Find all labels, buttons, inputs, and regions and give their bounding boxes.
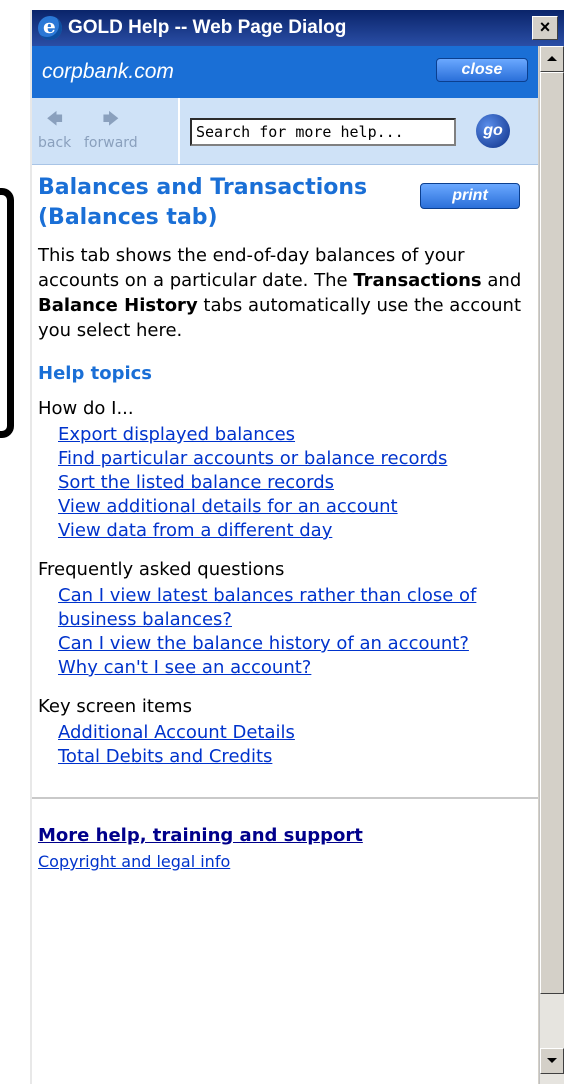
key-screen-items-list: Additional Account Details Total Debits …: [58, 721, 522, 769]
title-bar: GOLD Help -- Web Page Dialog ×: [32, 10, 564, 46]
group-label-faq: Frequently asked questions: [38, 559, 285, 580]
group-label-key-screen-items: Key screen items: [38, 696, 192, 717]
search-input[interactable]: [190, 118, 456, 146]
site-name: corpbank.com: [42, 60, 174, 83]
more-help-link[interactable]: More help, training and support: [38, 825, 522, 846]
help-dialog-window: GOLD Help -- Web Page Dialog × corpbank.…: [30, 10, 564, 1084]
print-button[interactable]: print: [420, 183, 520, 209]
site-header: corpbank.com close: [32, 46, 538, 98]
forward-arrow-icon: 🡆: [102, 109, 120, 128]
navigation-bar: 🡄 back 🡆 forward go: [32, 98, 538, 165]
back-label: back: [38, 135, 72, 151]
help-content: corpbank.com close 🡄 back 🡆 forward go B…: [32, 46, 538, 1084]
nav-divider: [178, 98, 180, 164]
intro-bold-transactions: Transactions: [353, 270, 482, 291]
topic-link[interactable]: View data from a different day: [58, 520, 332, 541]
help-topics-heading: Help topics: [38, 363, 153, 384]
group-label-how-do-i: How do I...: [38, 398, 134, 419]
scroll-down-button[interactable]: [540, 1048, 564, 1074]
intro-bold-balance-history: Balance History: [38, 295, 198, 316]
forward-button[interactable]: 🡆 forward: [84, 108, 138, 151]
forward-label: forward: [84, 135, 138, 151]
screen-item-link[interactable]: Additional Account Details: [58, 722, 295, 743]
bracket-decoration: [0, 188, 14, 438]
footer-divider: [32, 797, 538, 799]
topic-link[interactable]: Export displayed balances: [58, 424, 295, 445]
faq-link[interactable]: Why can't I see an account?: [58, 657, 311, 678]
scrollbar-thumb[interactable]: [540, 72, 564, 994]
back-arrow-icon: 🡄: [46, 109, 63, 128]
window-title: GOLD Help -- Web Page Dialog: [68, 17, 347, 38]
window-close-button[interactable]: ×: [532, 16, 558, 40]
main-content: Balances and Transactions (Balances tab)…: [32, 173, 538, 871]
scroll-down-arrow-icon: [547, 1058, 557, 1063]
intro-paragraph: This tab shows the end-of-day balances o…: [38, 243, 522, 343]
topic-link[interactable]: View additional details for an account: [58, 496, 398, 517]
topic-link[interactable]: Find particular accounts or balance reco…: [58, 448, 447, 469]
copyright-link[interactable]: Copyright and legal info: [38, 852, 230, 871]
page-title: Balances and Transactions (Balances tab): [38, 175, 368, 230]
screen-item-link[interactable]: Total Debits and Credits: [58, 746, 272, 767]
how-do-i-list: Export displayed balances Find particula…: [58, 423, 522, 543]
close-button[interactable]: close: [436, 58, 528, 82]
intro-text: and: [481, 270, 522, 291]
faq-link[interactable]: Can I view latest balances rather than c…: [58, 585, 476, 630]
internet-explorer-icon: [38, 14, 62, 40]
back-button[interactable]: 🡄 back: [38, 108, 71, 151]
faq-link[interactable]: Can I view the balance history of an acc…: [58, 633, 469, 654]
vertical-scrollbar[interactable]: [539, 46, 564, 1084]
scroll-up-button[interactable]: [540, 46, 564, 72]
go-button[interactable]: go: [476, 114, 510, 148]
scroll-up-arrow-icon: [547, 56, 557, 61]
topic-link[interactable]: Sort the listed balance records: [58, 472, 334, 493]
faq-list: Can I view latest balances rather than c…: [58, 584, 522, 680]
